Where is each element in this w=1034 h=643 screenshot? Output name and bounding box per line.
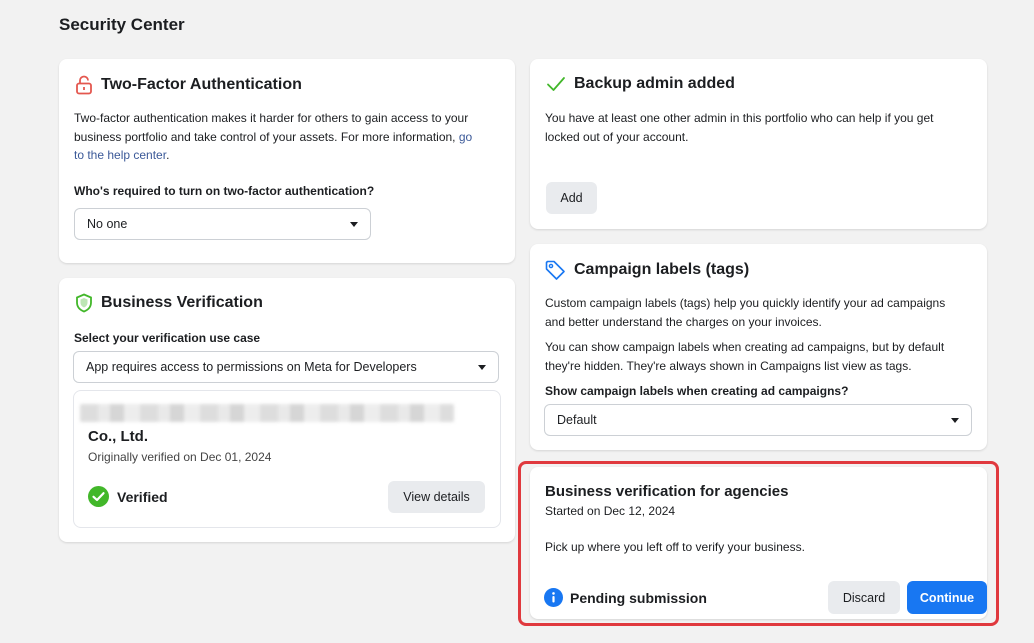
two-factor-description: Two-factor authentication makes it harde… bbox=[74, 111, 473, 162]
agency-verification-description: Pick up where you left off to verify you… bbox=[545, 540, 805, 554]
check-circle-icon bbox=[88, 486, 109, 507]
help-center-link[interactable]: go bbox=[459, 130, 472, 144]
chevron-down-icon bbox=[951, 417, 959, 423]
verified-status-label: Verified bbox=[117, 488, 168, 505]
two-factor-card: Two-Factor Authentication Two-factor aut… bbox=[59, 59, 515, 263]
agency-verification-started: Started on Dec 12, 2024 bbox=[545, 504, 676, 518]
verified-date: Originally verified on Dec 01, 2024 bbox=[88, 450, 272, 464]
business-verification-header: Business Verification bbox=[75, 293, 263, 313]
two-factor-header: Two-Factor Authentication bbox=[75, 75, 302, 95]
info-circle-icon bbox=[544, 588, 563, 607]
campaign-labels-select[interactable]: Default bbox=[544, 404, 972, 436]
campaign-labels-para2: You can show campaign labels when creati… bbox=[545, 340, 945, 373]
backup-admin-description: You have at least one other admin in thi… bbox=[545, 111, 934, 144]
campaign-labels-title: Campaign labels (tags) bbox=[574, 261, 750, 278]
checkmark-icon bbox=[546, 75, 566, 93]
tag-icon bbox=[544, 259, 566, 281]
backup-admin-title: Backup admin added bbox=[574, 75, 735, 92]
campaign-labels-header: Campaign labels (tags) bbox=[544, 259, 749, 281]
campaign-labels-select-value: Default bbox=[557, 413, 597, 427]
two-factor-select-value: No one bbox=[87, 217, 128, 231]
backup-admin-header: Backup admin added bbox=[546, 75, 735, 93]
chevron-down-icon bbox=[478, 364, 486, 370]
add-admin-button[interactable]: Add bbox=[546, 182, 597, 214]
verification-use-case-value: App requires access to permissions on Me… bbox=[86, 360, 417, 374]
business-verification-title: Business Verification bbox=[101, 294, 263, 311]
discard-button[interactable]: Discard bbox=[828, 581, 900, 614]
view-details-button[interactable]: View details bbox=[388, 481, 485, 513]
backup-admin-card: Backup admin added You have at least one… bbox=[530, 59, 987, 229]
pending-status-label: Pending submission bbox=[570, 589, 707, 606]
campaign-labels-question: Show campaign labels when creating ad ca… bbox=[545, 384, 849, 398]
verification-use-case-select[interactable]: App requires access to permissions on Me… bbox=[73, 351, 499, 383]
agency-verification-title: Business verification for agencies bbox=[545, 483, 789, 500]
campaign-labels-para1: Custom campaign labels (tags) help you q… bbox=[545, 296, 946, 329]
two-factor-question: Who's required to turn on two-factor aut… bbox=[74, 184, 375, 198]
page-title: Security Center bbox=[59, 15, 185, 34]
lock-open-icon bbox=[75, 75, 93, 95]
verification-use-case-label: Select your verification use case bbox=[74, 331, 261, 345]
agency-verification-card: Business verification for agencies Start… bbox=[530, 467, 987, 619]
continue-button[interactable]: Continue bbox=[907, 581, 987, 614]
shield-icon bbox=[75, 293, 93, 313]
two-factor-select[interactable]: No one bbox=[74, 208, 371, 240]
redacted-company-name bbox=[80, 404, 454, 422]
campaign-labels-card: Campaign labels (tags) Custom campaign l… bbox=[530, 244, 987, 450]
two-factor-title: Two-Factor Authentication bbox=[101, 76, 302, 93]
company-name: Co., Ltd. bbox=[88, 428, 148, 445]
verified-status: Verified bbox=[88, 486, 168, 507]
pending-status: Pending submission bbox=[544, 588, 707, 607]
chevron-down-icon bbox=[350, 221, 358, 227]
help-center-link-cont[interactable]: to the help center bbox=[74, 148, 166, 162]
